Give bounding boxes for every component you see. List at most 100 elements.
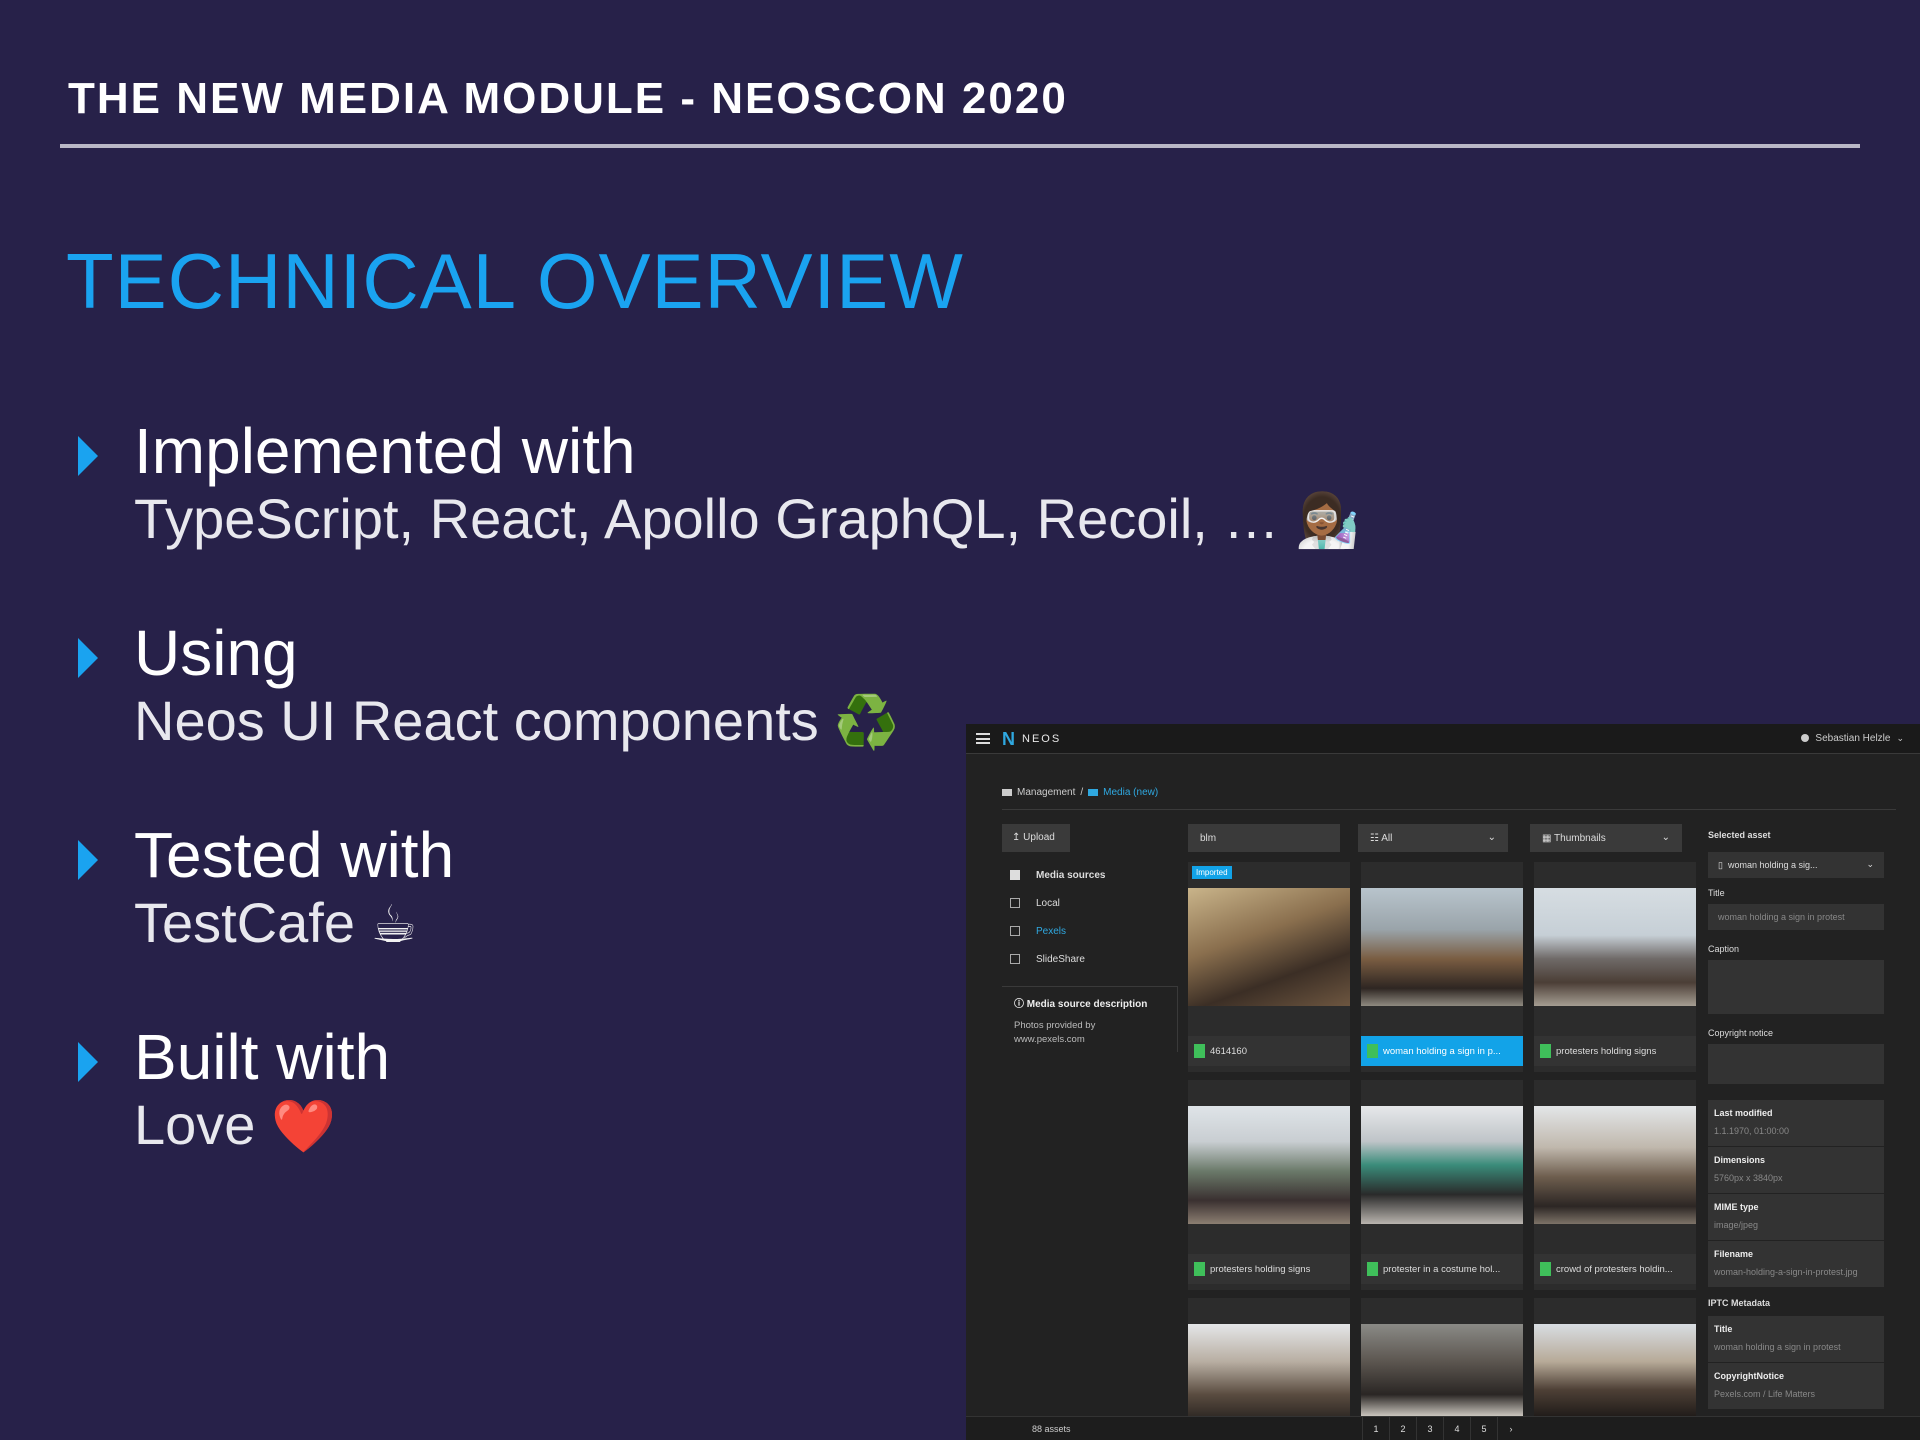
bullet-heading: Tested with [134,819,455,891]
asset-tile[interactable] [1361,1298,1523,1418]
bullet-arrow-icon [78,1042,98,1082]
search-input[interactable]: blm [1188,824,1340,852]
asset-caption: crowd of protesters holdin... [1534,1254,1696,1284]
slide-header: THE NEW MEDIA MODULE - NEOSCON 2020 [68,74,1068,123]
chevron-down-icon: ⌄ [1866,859,1874,869]
coffee-emoji-icon: ☕ [370,895,418,955]
caption-textarea[interactable] [1708,960,1884,1014]
asset-thumbnail [1361,1324,1523,1418]
asset-caption: protester in a costume hol... [1361,1254,1523,1284]
title-input[interactable]: woman holding a sign in protest [1708,904,1884,930]
bullet-text: Love ❤️ [134,1093,336,1157]
asset-thumbnail [1361,1106,1523,1224]
iptc-title: Title woman holding a sign in protest [1708,1316,1884,1362]
asset-caption: woman holding a sign in p... [1361,1036,1523,1066]
neos-logo-text: NEOS [1022,733,1062,745]
view-mode-select[interactable]: ▦ Thumbnails ⌄ [1530,824,1682,852]
chevron-down-icon: ⌄ [1896,733,1904,743]
menu-icon[interactable] [976,733,990,744]
local-source-icon [1010,898,1020,908]
asset-tile[interactable] [1188,1298,1350,1418]
property-mime-type: MIME type image/jpeg [1708,1194,1884,1240]
source-description-body: Photos provided by www.pexels.com [1014,1020,1096,1045]
image-file-icon [1540,1262,1551,1276]
bullet-text: TypeScript, React, Apollo GraphQL, Recoi… [134,487,1360,551]
breadcrumb-current[interactable]: Media (new) [1103,787,1158,798]
asset-thumbnail [1534,1324,1696,1418]
property-last-modified: Last modified 1.1.1970, 01:00:00 [1708,1100,1884,1146]
image-file-icon [1367,1262,1378,1276]
asset-type-filter[interactable]: ☷ All ⌄ [1358,824,1508,852]
chevron-down-icon: ⌄ [1487,832,1496,843]
user-menu[interactable]: Sebastian Helzle ⌄ [1801,733,1904,744]
asset-select[interactable]: ▯ woman holding a sig... ⌄ [1708,852,1884,878]
source-item-slideshare[interactable]: SlideShare [1002,946,1178,974]
user-name: Sebastian Helzle [1815,733,1891,744]
page-5-button[interactable]: 5 [1470,1417,1497,1440]
property-filename: Filename woman-holding-a-sign-in-protest.… [1708,1241,1884,1287]
image-file-icon [1194,1262,1205,1276]
section-title: TECHNICAL OVERVIEW [66,237,964,325]
database-icon [1010,870,1020,880]
media-source-description: ⓘ Media source description Photos provid… [1002,986,1178,1052]
asset-tile[interactable]: protesters holding signs [1534,862,1696,1072]
briefcase-icon [1002,788,1012,796]
asset-thumbnail [1188,1324,1350,1418]
media-sources-heading: Media sources [1002,862,1178,890]
bullet-text: Neos UI React components ♻️ [134,689,900,753]
top-bar: N NEOS Sebastian Helzle ⌄ [966,724,1920,754]
bullet-text: TestCafe ☕ [134,891,418,955]
imported-badge: Imported [1192,866,1232,879]
image-file-icon [1194,1044,1205,1058]
bullet-heading: Built with [134,1021,391,1093]
asset-tile[interactable]: protester in a costume hol... [1361,1080,1523,1290]
asset-caption: 4614160 [1188,1036,1350,1066]
chevron-down-icon: ⌄ [1661,832,1670,843]
asset-tile-selected[interactable]: woman holding a sign in p... [1361,862,1523,1072]
source-item-local[interactable]: Local [1002,890,1178,918]
asset-tile[interactable]: Imported 4614160 [1188,862,1350,1072]
page-1-button[interactable]: 1 [1362,1417,1389,1440]
bullet-heading: Implemented with [134,415,636,487]
asset-tile[interactable]: crowd of protesters holdin... [1534,1080,1696,1290]
property-dimensions: Dimensions 5760px x 3840px [1708,1147,1884,1193]
bullet-arrow-icon [78,638,98,678]
source-item-pexels[interactable]: Pexels [1002,918,1178,946]
user-icon [1801,734,1810,743]
asset-thumbnail [1534,1106,1696,1224]
bullet-arrow-icon [78,840,98,880]
next-page-icon[interactable]: › [1497,1417,1524,1440]
image-file-icon [1540,1044,1551,1058]
bullet-arrow-icon [78,436,98,476]
header-divider [60,144,1860,148]
content-divider [1002,809,1896,810]
breadcrumb-parent[interactable]: Management [1017,787,1075,798]
pexels-source-icon [1010,926,1020,936]
upload-button[interactable]: ↥ Upload [1002,824,1070,852]
pagination-footer: 88 assets 1 2 3 4 5 › [966,1416,1920,1440]
title-label: Title [1708,888,1725,898]
asset-tile[interactable] [1534,1298,1696,1418]
asset-thumbnail [1361,888,1523,1006]
asset-count: 88 assets [1032,1424,1071,1434]
slideshare-source-icon [1010,954,1020,964]
selected-asset-heading: Selected asset [1708,830,1771,840]
bullet-heading: Using [134,617,298,689]
media-icon [1088,788,1099,796]
copyright-input[interactable] [1708,1044,1884,1084]
page-4-button[interactable]: 4 [1443,1417,1470,1440]
page-2-button[interactable]: 2 [1389,1417,1416,1440]
image-file-icon [1367,1044,1378,1058]
heart-emoji-icon: ❤️ [271,1097,336,1157]
page-3-button[interactable]: 3 [1416,1417,1443,1440]
breadcrumb: Management / Media (new) [1002,787,1158,798]
scientist-emoji-icon: 👩🏾‍🔬 [1294,491,1360,551]
pagination: 1 2 3 4 5 › [1362,1417,1524,1440]
source-description-title[interactable]: ⓘ Media source description [1014,995,1147,1010]
asset-tile[interactable]: protesters holding signs [1188,1080,1350,1290]
asset-thumbnail [1188,888,1350,1006]
asset-caption: protesters holding signs [1188,1254,1350,1284]
iptc-copyright: CopyrightNotice Pexels.com / Life Matters [1708,1363,1884,1409]
media-sources-list: Media sources Local Pexels SlideShare [1002,862,1178,974]
iptc-heading: IPTC Metadata [1708,1298,1771,1308]
